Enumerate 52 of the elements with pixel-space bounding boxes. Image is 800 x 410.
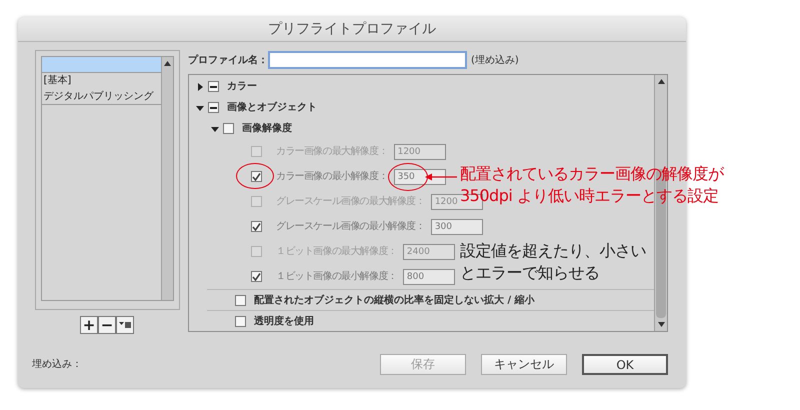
resolution-field[interactable]: 350 (394, 168, 446, 184)
setting-label: グレースケール画像の最小解像度： (276, 220, 425, 234)
collapse-arrow-icon[interactable] (211, 124, 219, 132)
callout-arrow (425, 173, 457, 181)
scrollbar[interactable] (160, 57, 172, 300)
profile-list-item[interactable]: [基本] (42, 73, 160, 89)
resolution-field[interactable]: 1200 (394, 144, 446, 160)
profile-list-item[interactable]: デジタルパブリッシング (42, 89, 160, 105)
list-action-button[interactable]: − (98, 316, 116, 334)
highlight-ellipse (236, 163, 274, 189)
checkbox[interactable] (251, 146, 262, 157)
checkbox[interactable] (208, 102, 219, 113)
window-title: プリフライトプロファイル (268, 20, 436, 38)
list-action-button[interactable]: + (80, 316, 98, 334)
dialog-button[interactable]: OK (582, 354, 668, 374)
resolution-field[interactable]: 800 (402, 268, 455, 284)
setting-label: 透明度を使用 (254, 314, 314, 328)
callout-text: 配置されているカラー画像の解像度が (460, 163, 724, 185)
checkbox[interactable] (251, 171, 262, 182)
profile-name-label: プロファイル名： (188, 53, 268, 68)
checkbox[interactable] (235, 316, 246, 326)
note-text: 設定値を超えたり、小さい (460, 240, 646, 262)
resolution-field[interactable]: 300 (430, 218, 483, 234)
scroll-down-icon[interactable] (658, 322, 664, 327)
checkbox[interactable] (251, 196, 262, 207)
resolution-field[interactable]: 2400 (402, 244, 455, 260)
setting-label: カラー画像の最大解像度： (276, 144, 388, 159)
checkbox[interactable] (235, 294, 246, 306)
setting-label: カラー画像の最小解像度： (276, 170, 388, 184)
embedded-note: (埋め込み) (471, 54, 519, 68)
menu-icon (119, 321, 131, 329)
scroll-up-icon[interactable] (164, 61, 170, 66)
dialog-button[interactable]: キャンセル (481, 354, 567, 374)
checkbox[interactable] (208, 81, 219, 92)
checkbox[interactable] (251, 271, 262, 282)
setting-label: １ビット画像の最小解像度： (276, 270, 397, 284)
note-text: とエラーで知らせる (460, 262, 600, 284)
setting-label: １ビット画像の最大解像度： (276, 244, 397, 259)
scroll-up-icon[interactable] (658, 79, 664, 84)
setting-label: 画像解像度 (242, 121, 292, 136)
checkbox[interactable] (251, 221, 262, 232)
menu-button[interactable] (116, 316, 134, 334)
collapse-arrow-icon[interactable] (196, 104, 204, 112)
setting-label: カラー (227, 80, 257, 94)
checkbox[interactable] (251, 246, 262, 257)
setting-label: 配置されたオブジェクトの縦横の比率を固定しない拡大 / 縮小 (254, 293, 535, 308)
profile-name-field[interactable] (268, 51, 467, 69)
setting-label: グレースケール画像の最大解像度： (276, 194, 425, 209)
embedded-label: 埋め込み： (32, 358, 83, 372)
setting-label: 画像とオブジェクト (227, 100, 317, 115)
checkbox[interactable] (223, 123, 234, 134)
expand-arrow-icon[interactable] (196, 82, 204, 90)
